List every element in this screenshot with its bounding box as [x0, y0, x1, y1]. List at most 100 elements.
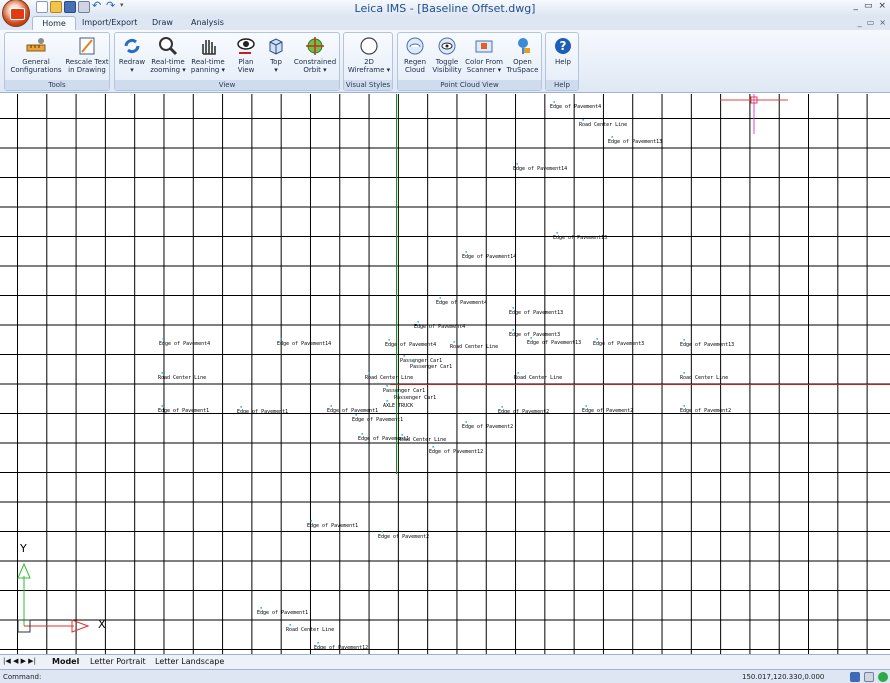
drawing-label[interactable]: Edge of Pavement4	[385, 342, 436, 348]
top-view-label: Top	[270, 58, 282, 66]
drawing-label[interactable]: Road Center Line	[365, 375, 413, 381]
general-configurations-button[interactable]: General Configurations	[7, 36, 65, 74]
tab-model[interactable]: Model	[52, 657, 79, 666]
survey-point-marker: ▪	[413, 359, 416, 364]
orbit-icon	[304, 36, 326, 56]
realtime-panning-label-1: Real-time	[191, 58, 225, 66]
drawing-label[interactable]: Edge of Pavement1	[307, 523, 358, 529]
survey-point-marker: ▪	[453, 339, 456, 344]
minimize-button[interactable]: _	[853, 1, 858, 11]
ucs-x-label: X	[98, 618, 106, 631]
tab-import-export[interactable]: Import/Export	[82, 18, 137, 27]
constrained-orbit-button[interactable]: Constrained Orbit ▾	[291, 36, 339, 74]
drawing-label[interactable]: Passenger Car1	[410, 364, 452, 370]
top-view-dropdown[interactable]: ▾	[263, 66, 289, 74]
drawing-label[interactable]: Road Center Line	[514, 375, 562, 381]
drawing-label[interactable]: Edge of Pavement13	[527, 340, 581, 346]
tab-analysis[interactable]: Analysis	[191, 18, 224, 27]
survey-point-marker: ▪	[289, 622, 292, 627]
drawing-label[interactable]: Edge of Pavement14	[513, 166, 567, 172]
drawing-label[interactable]: Edge of Pavement2	[378, 534, 429, 540]
drawing-label[interactable]: Edge of Pavement3	[593, 341, 644, 347]
drawing-label[interactable]: Edge of Pavement4	[414, 324, 465, 330]
drawing-label[interactable]: Edge of Pavement2	[680, 408, 731, 414]
group-view: Redraw ▾ Real-time zooming ▾ Real-time p…	[114, 32, 340, 91]
doc-close-button[interactable]: ×	[879, 18, 886, 27]
drawing-label[interactable]: Road Center Line	[450, 344, 498, 350]
drawing-label[interactable]: Edge of Pavement13	[680, 342, 734, 348]
drawing-label[interactable]: Edge of Pavement13	[608, 139, 662, 145]
drawing-label[interactable]: Edge of Pavement3	[509, 332, 560, 338]
drawing-label[interactable]: Edge of Pavement12	[429, 449, 483, 455]
2d-wireframe-button[interactable]: 2D Wireframe ▾	[346, 36, 392, 74]
doc-restore-button[interactable]: ▭	[867, 18, 875, 27]
tab-home[interactable]: Home	[32, 16, 76, 30]
drawing-label[interactable]: Edge of Pavement4	[159, 341, 210, 347]
rescale-text-label-1: Rescale Text	[65, 58, 109, 66]
realtime-zooming-button[interactable]: Real-time zooming ▾	[149, 36, 187, 74]
constrained-orbit-label-2: Orbit ▾	[303, 66, 327, 74]
maximize-button[interactable]: ▭	[864, 1, 873, 11]
color-from-scanner-button[interactable]: Color From Scanner ▾	[464, 36, 504, 74]
drawing-label[interactable]: Edge of Pavement4	[436, 300, 487, 306]
color-from-scanner-label-2: Scanner ▾	[466, 66, 502, 74]
drawing-label[interactable]: Road Center Line	[286, 627, 334, 633]
constrained-orbit-label-1: Constrained	[293, 58, 337, 66]
close-button[interactable]: ×	[878, 1, 886, 11]
drawing-label[interactable]: Edge of Pavement13	[509, 310, 563, 316]
app-logo-icon	[10, 8, 25, 20]
survey-point-marker: ▪	[530, 335, 533, 340]
survey-point-marker: ▪	[683, 403, 686, 408]
survey-point-marker: ▪	[310, 518, 313, 523]
plan-view-button[interactable]: Plan View	[231, 36, 261, 74]
ribbon: General Configurations Rescale Text in D…	[0, 30, 890, 93]
drawing-label[interactable]: Edge of Pavement1	[237, 409, 288, 415]
scanner-color-icon	[473, 36, 495, 56]
plan-view-label-2: View	[237, 66, 255, 74]
redraw-button[interactable]: Redraw ▾	[117, 36, 147, 74]
drawing-label[interactable]: Edge of Pavement13	[553, 235, 607, 241]
regen-cloud-button[interactable]: Regen Cloud	[400, 36, 430, 74]
cloud-regen-icon	[404, 36, 426, 56]
top-view-button[interactable]: Top ▾	[263, 36, 289, 74]
survey-point-marker: ▪	[465, 419, 468, 424]
drawing-label[interactable]: Edge of Pavement1	[257, 610, 308, 616]
toggle-visibility-button[interactable]: Toggle Visibility	[430, 36, 464, 74]
cube-icon	[265, 36, 287, 56]
drawing-label[interactable]: Road Center Line	[398, 437, 446, 443]
rescale-text-button[interactable]: Rescale Text in Drawing	[65, 36, 109, 74]
drawing-label[interactable]: Road Center Line	[158, 375, 206, 381]
survey-point-marker: ▪	[386, 383, 389, 388]
application-menu-button[interactable]	[2, 0, 30, 27]
settings-gear-icon[interactable]	[850, 672, 860, 682]
help-button[interactable]: ? Help	[548, 36, 578, 66]
drawing-label[interactable]: Edge of Pavement14	[462, 254, 516, 260]
drawing-label[interactable]: Edge of Pavement2	[582, 408, 633, 414]
drawing-label[interactable]: Edge of Pavement4	[550, 104, 601, 110]
drawing-label[interactable]: Edge of Pavement1	[352, 417, 403, 423]
layout-nav-arrows[interactable]: |◀ ◀ ▶ ▶|	[3, 657, 36, 665]
drawing-label[interactable]: Edge of Pavement1	[158, 408, 209, 414]
window-controls: _ ▭ ×	[853, 1, 886, 11]
tab-draw[interactable]: Draw	[152, 18, 173, 27]
drawing-label[interactable]: Edge of Pavement14	[277, 341, 331, 347]
drawing-label[interactable]: AXLE TRUCK	[383, 403, 413, 409]
command-line[interactable]: Command:	[3, 673, 41, 681]
survey-point-marker: ▪	[553, 99, 556, 104]
tab-letter-portrait[interactable]: Letter Portrait	[90, 657, 146, 666]
doc-minimize-button[interactable]: _	[858, 18, 862, 27]
window-toggle-icon[interactable]	[864, 672, 874, 682]
drawing-label[interactable]: Road Center Line	[579, 122, 627, 128]
realtime-panning-button[interactable]: Real-time panning ▾	[189, 36, 227, 74]
drawing-label[interactable]: Passenger Car1	[383, 388, 425, 394]
drawing-label[interactable]: Edge of Pavement2	[462, 424, 513, 430]
drawing-label[interactable]: Edge of Pavement1	[327, 408, 378, 414]
tab-letter-landscape[interactable]: Letter Landscape	[155, 657, 224, 666]
redraw-dropdown[interactable]: ▾	[117, 66, 147, 74]
drawing-label[interactable]: Road Center Line	[680, 375, 728, 381]
drawing-label[interactable]: Passenger Car1	[394, 395, 436, 401]
open-truspace-button[interactable]: Open TruSpace	[504, 36, 541, 74]
drawing-label[interactable]: Edge of Pavement2	[498, 409, 549, 415]
drawing-label[interactable]: Edge of Pavement12	[314, 645, 368, 651]
drawing-canvas[interactable]: Edge of Pavement4 ▪ Road Center Line ▪ Edge …	[0, 94, 890, 654]
